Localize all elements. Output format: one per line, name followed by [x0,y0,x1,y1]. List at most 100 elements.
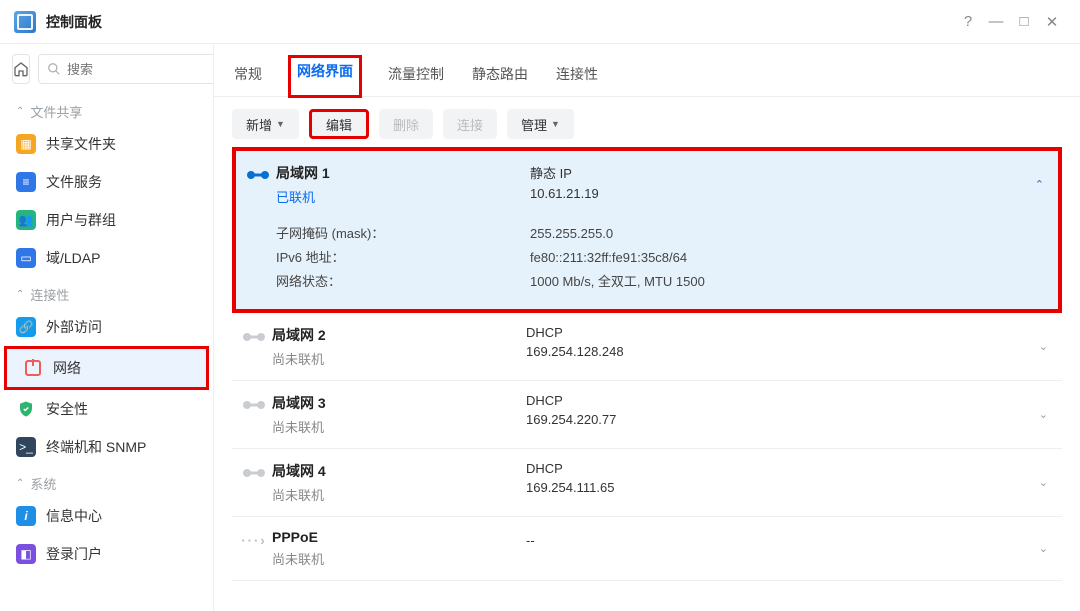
interface-ip: -- [526,533,1033,548]
edit-button[interactable]: 编辑 [309,109,369,139]
button-label: 编辑 [326,115,352,134]
interface-ip: 169.254.220.77 [526,412,1033,427]
sidebar-item-login-portal[interactable]: ◧ 登录门户 [0,535,213,573]
tab-traffic[interactable]: 流量控制 [386,58,446,96]
window-title: 控制面板 [46,12,102,32]
chevron-up-icon: ⌃ [16,478,24,489]
interface-status: 尚未联机 [272,417,526,436]
interface-ip: 10.61.21.19 [530,186,1029,201]
chevron-up-icon: ⌃ [16,289,24,300]
search-input[interactable] [67,62,214,77]
folder-icon: ▦ [16,134,36,154]
section-fileshare[interactable]: ⌃ 文件共享 [0,94,213,125]
chevron-down-icon: ▼ [551,119,560,129]
sidebar-item-label: 共享文件夹 [46,134,116,154]
sidebar-item-label: 文件服务 [46,172,102,192]
terminal-icon: >_ [16,437,36,457]
button-label: 连接 [457,115,483,134]
sidebar-item-users-groups[interactable]: 👥 用户与群组 [0,201,213,239]
interface-ipmode: 静态 IP [530,163,1029,182]
maximize-icon[interactable]: □ [1010,13,1038,30]
tab-connectivity[interactable]: 连接性 [554,58,600,96]
sidebar-item-shared-folder[interactable]: ▦ 共享文件夹 [0,125,213,163]
detail-label-ipv6: IPv6 地址： [276,246,530,270]
interface-ipmode: DHCP [526,393,1033,408]
ethernet-icon [236,393,272,413]
network-icon [23,358,43,378]
interface-item[interactable]: 局域网 2 尚未联机 DHCP 169.254.128.248 ⌄ [232,313,1062,381]
interface-status: 尚未联机 [272,549,526,568]
interface-name: PPPoE [272,529,526,545]
chevron-down-icon[interactable]: ⌄ [1033,472,1054,493]
detail-value-subnet: 255.255.255.0 [530,222,1050,246]
minimize-icon[interactable]: — [982,13,1010,30]
close-icon[interactable]: ✕ [1038,13,1066,31]
tab-general[interactable]: 常规 [232,58,264,96]
chevron-down-icon[interactable]: ⌄ [1033,336,1054,357]
sidebar-item-label: 用户与群组 [46,210,116,230]
section-label: 连接性 [30,285,69,304]
sidebar-item-security[interactable]: 安全性 [0,390,213,428]
ethernet-icon [240,163,276,183]
sidebar-item-external-access[interactable]: 🔗 外部访问 [0,308,213,346]
ldap-icon: ▭ [16,248,36,268]
sidebar-item-label: 信息中心 [46,506,102,526]
tab-static-route[interactable]: 静态路由 [470,58,530,96]
chevron-up-icon[interactable]: ⌃ [1029,174,1050,195]
tabs: 常规 网络界面 流量控制 静态路由 连接性 [214,52,1080,97]
sidebar-item-label: 域/LDAP [46,248,100,268]
sidebar-item-terminal-snmp[interactable]: >_ 终端机和 SNMP [0,428,213,466]
chevron-down-icon[interactable]: ⌄ [1033,538,1054,559]
interface-status: 尚未联机 [272,349,526,368]
portal-icon: ◧ [16,544,36,564]
sidebar-item-label: 安全性 [46,399,88,419]
sidebar-item-label: 网络 [53,358,81,378]
section-label: 系统 [30,474,56,493]
sidebar-item-domain-ldap[interactable]: ▭ 域/LDAP [0,239,213,277]
interface-item[interactable]: 局域网 3 尚未联机 DHCP 169.254.220.77 ⌄ [232,381,1062,449]
link-icon: 🔗 [16,317,36,337]
interface-name: 局域网 2 [272,325,526,345]
toolbar: 新增 ▼ 编辑 删除 连接 管理 ▼ [214,97,1080,145]
chevron-down-icon[interactable]: ⌄ [1033,404,1054,425]
button-label: 新增 [246,115,272,134]
manage-button[interactable]: 管理 ▼ [507,109,574,139]
interface-name: 局域网 4 [272,461,526,481]
sidebar-item-info-center[interactable]: i 信息中心 [0,497,213,535]
detail-label-netstate: 网络状态： [276,270,530,294]
interface-details: 子网掩码 (mask)： IPv6 地址： 网络状态： 255.255.255.… [236,218,1058,308]
interface-status: 已联机 [276,187,530,206]
interface-ipmode: DHCP [526,325,1033,340]
tab-interfaces[interactable]: 网络界面 [288,55,362,98]
content-area: 常规 网络界面 流量控制 静态路由 连接性 新增 ▼ 编辑 删除 连接 管理 ▼ [214,44,1080,611]
titlebar: 控制面板 ? — □ ✕ [0,0,1080,44]
search-box[interactable] [38,54,214,84]
home-button[interactable] [12,54,30,84]
home-icon [13,61,29,77]
interface-item[interactable]: 局域网 4 尚未联机 DHCP 169.254.111.65 ⌄ [232,449,1062,517]
sidebar-item-label: 外部访问 [46,317,102,337]
ethernet-icon [236,325,272,345]
section-connectivity[interactable]: ⌃ 连接性 [0,277,213,308]
interface-item[interactable]: 局域网 1 已联机 静态 IP 10.61.21.19 ⌃ 子网掩 [236,151,1058,309]
button-label: 删除 [393,115,419,134]
add-button[interactable]: 新增 ▼ [232,109,299,139]
interface-name: 局域网 3 [272,393,526,413]
sidebar-item-label: 登录门户 [46,544,102,564]
section-system[interactable]: ⌃ 系统 [0,466,213,497]
chevron-up-icon: ⌃ [16,106,24,117]
detail-value-ipv6: fe80::211:32ff:fe91:35c8/64 [530,246,1050,270]
sidebar-item-label: 终端机和 SNMP [46,437,146,457]
interface-ip: 169.254.128.248 [526,344,1033,359]
users-icon: 👥 [16,210,36,230]
detail-value-netstate: 1000 Mb/s, 全双工, MTU 1500 [530,270,1050,294]
interface-item-pppoe[interactable]: ···› PPPoE 尚未联机 -- ⌄ [232,517,1062,581]
help-icon[interactable]: ? [954,13,982,30]
app-icon [14,11,36,33]
sidebar-item-file-services[interactable]: ≡ 文件服务 [0,163,213,201]
file-services-icon: ≡ [16,172,36,192]
connect-button: 连接 [443,109,497,139]
section-label: 文件共享 [30,102,82,121]
chevron-down-icon: ▼ [276,119,285,129]
sidebar-item-network[interactable]: 网络 [7,349,206,387]
